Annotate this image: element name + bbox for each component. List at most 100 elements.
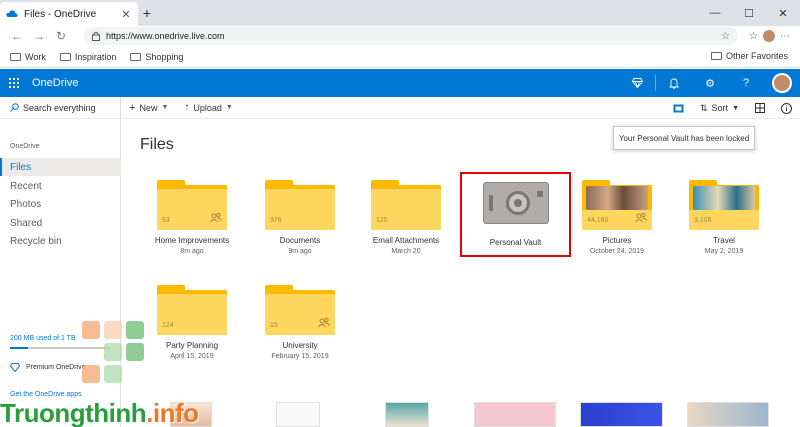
help-icon[interactable]: ? xyxy=(728,69,764,97)
upload-button[interactable]: ↑ Upload ▼ xyxy=(176,97,240,119)
folder-icon: 3,106 xyxy=(689,180,759,230)
user-avatar[interactable] xyxy=(772,73,792,93)
sidebar-item-recycle-bin[interactable]: Recycle bin xyxy=(0,232,121,250)
vault-lock-icon[interactable] xyxy=(665,97,692,119)
maximize-button[interactable]: ☐ xyxy=(732,0,766,26)
settings-gear-icon[interactable]: ⚙ xyxy=(692,69,728,97)
favorite-star-icon[interactable]: ☆ xyxy=(721,31,730,42)
shared-people-icon xyxy=(318,317,330,328)
file-thumbnail[interactable] xyxy=(385,402,429,427)
storage-progress-bar xyxy=(10,347,110,349)
minimize-button[interactable]: — xyxy=(698,0,732,26)
address-bar[interactable]: https://www.onedrive.live.com ☆ xyxy=(84,27,738,45)
back-icon[interactable]: ← xyxy=(6,26,28,46)
item-count: 120 xyxy=(376,217,388,224)
sort-icon: ⇅ xyxy=(700,102,708,113)
folder-date: 8m ago xyxy=(180,248,204,255)
file-thumbnail[interactable] xyxy=(276,402,320,427)
folder-tile[interactable]: 120 Email Attachments March 20 xyxy=(356,180,456,270)
folder-date: April 15, 2019 xyxy=(170,353,214,360)
watermark-square xyxy=(104,365,122,383)
folder-icon xyxy=(10,52,21,61)
bookmarks-bar: Work Inspiration Shopping Other Favorite… xyxy=(0,46,800,68)
personal-vault-tile[interactable]: Personal Vault xyxy=(460,172,571,257)
browser-profile-avatar[interactable] xyxy=(762,29,776,43)
close-tab-icon[interactable]: ✕ xyxy=(120,8,132,21)
brand-name[interactable]: OneDrive xyxy=(32,77,78,89)
search-icon xyxy=(10,103,19,112)
item-count: 15 xyxy=(270,322,278,329)
plus-icon: + xyxy=(129,101,136,114)
sidebar-item-recent[interactable]: Recent xyxy=(0,177,121,195)
watermark-square xyxy=(82,321,100,339)
left-sidebar: Search everything OneDrive Files Recent … xyxy=(0,97,121,427)
chevron-down-icon: ▼ xyxy=(732,104,739,112)
folder-photo-preview xyxy=(586,186,648,210)
sidebar-item-photos[interactable]: Photos xyxy=(0,195,121,213)
tab-title: Files - OneDrive xyxy=(24,8,97,20)
storage-usage-text[interactable]: 200 MB used of 1 TB xyxy=(10,335,76,342)
folder-tile[interactable]: 376 Documents 9m ago xyxy=(250,180,350,270)
favorites-icon[interactable]: ☆ xyxy=(749,31,758,42)
folder-icon: 53 xyxy=(157,180,227,230)
chevron-down-icon: ▼ xyxy=(225,104,233,111)
folder-date: May 2, 2019 xyxy=(704,248,744,255)
folder-tile[interactable]: 44,160 Pictures October 24, 2019 xyxy=(567,180,667,270)
shared-people-icon xyxy=(635,212,647,223)
item-count: 3,106 xyxy=(694,217,712,224)
page-title: Files xyxy=(140,136,174,153)
other-favorites[interactable]: Other Favorites xyxy=(710,51,788,61)
folder-tile[interactable]: 3,106 Travel May 2, 2019 xyxy=(674,180,774,270)
sort-button[interactable]: ⇅ Sort ▼ xyxy=(692,97,747,119)
close-window-button[interactable]: ✕ xyxy=(766,0,800,26)
new-button[interactable]: + New ▼ xyxy=(121,97,176,119)
sidebar-item-files[interactable]: Files xyxy=(0,158,121,176)
forward-icon[interactable]: → xyxy=(28,26,50,46)
folder-date: 9m ago xyxy=(288,248,312,255)
file-thumbnail[interactable] xyxy=(580,402,663,427)
premium-diamond-icon[interactable] xyxy=(619,69,655,97)
view-options-grid-icon[interactable] xyxy=(747,97,773,119)
folder-name: Pictures xyxy=(602,236,632,245)
search-placeholder: Search everything xyxy=(23,102,96,113)
upload-arrow-icon: ↑ xyxy=(184,102,190,113)
more-menu-icon[interactable]: ⋯ xyxy=(780,31,790,42)
folder-name: Travel xyxy=(713,236,735,245)
item-count: 44,160 xyxy=(587,217,609,224)
onedrive-cloud-icon xyxy=(6,10,18,18)
notifications-bell-icon[interactable] xyxy=(656,69,692,97)
folder-tile[interactable]: 53 Home Improvements 8m ago xyxy=(142,180,242,270)
item-count: 376 xyxy=(270,217,282,224)
safe-icon xyxy=(483,182,549,224)
item-count: 124 xyxy=(162,322,174,329)
bookmark-shopping[interactable]: Shopping xyxy=(130,52,183,62)
folder-tile[interactable]: 124 Party Planning April 15, 2019 xyxy=(142,285,242,375)
bookmark-work[interactable]: Work xyxy=(10,52,46,62)
watermark-square xyxy=(104,343,122,361)
new-tab-button[interactable]: + xyxy=(140,5,154,21)
vault-locked-tooltip: Your Personal Vault has been locked xyxy=(613,126,755,150)
premium-onedrive-link[interactable]: Premium OneDrive xyxy=(10,363,86,372)
refresh-icon[interactable]: ↻ xyxy=(50,26,72,46)
folder-icon: 15 xyxy=(265,285,335,335)
browser-nav-bar: ← → ↻ https://www.onedrive.live.com ☆ ☆ … xyxy=(0,26,800,46)
folder-name: Home Improvements xyxy=(154,236,230,245)
search-box[interactable]: Search everything xyxy=(0,97,121,119)
file-thumbnail[interactable] xyxy=(474,402,556,427)
get-apps-link[interactable]: Get the OneDrive apps xyxy=(10,391,82,398)
url-text: https://www.onedrive.live.com xyxy=(106,31,225,41)
bookmark-inspiration[interactable]: Inspiration xyxy=(59,52,116,62)
folder-icon: 120 xyxy=(371,180,441,230)
folder-name: University xyxy=(282,341,318,350)
folder-tile[interactable]: 15 University February 15, 2019 xyxy=(250,285,350,375)
folder-name: Documents xyxy=(279,236,321,245)
info-icon[interactable] xyxy=(773,97,800,119)
app-launcher-icon[interactable] xyxy=(0,69,28,97)
browser-tab[interactable]: Files - OneDrive ✕ xyxy=(0,2,138,26)
chevron-down-icon: ▼ xyxy=(161,104,169,111)
file-thumbnail[interactable] xyxy=(687,402,769,427)
folder-date: March 20 xyxy=(391,248,421,255)
watermark-square xyxy=(104,321,122,339)
watermark-square xyxy=(82,365,100,383)
sidebar-item-shared[interactable]: Shared xyxy=(0,214,121,232)
